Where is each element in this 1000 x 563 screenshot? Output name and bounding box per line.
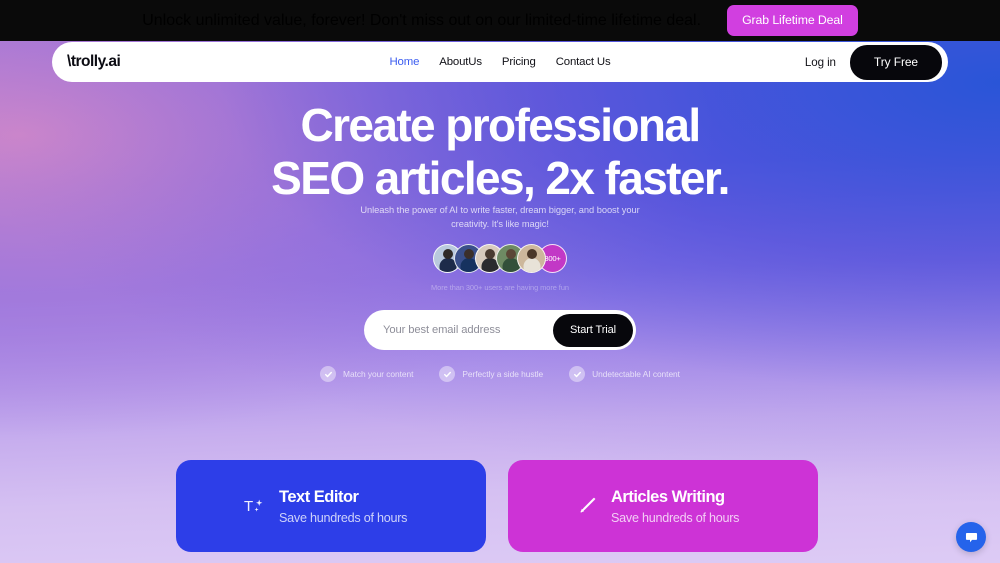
feature-card-text-editor[interactable]: T Text Editor Save hundreds of hours — [176, 460, 486, 552]
feature-card-title: Text Editor — [279, 488, 359, 507]
nav-link-aboutus[interactable]: AboutUs — [439, 56, 482, 68]
log-in-link[interactable]: Log in — [805, 56, 836, 69]
hero-section: Create professional SEO articles, 2x fas… — [0, 41, 1000, 563]
nav-link-home[interactable]: Home — [389, 56, 419, 68]
feature-check-item: Match your content — [320, 366, 413, 382]
brand-logo[interactable]: \ trolly.ai — [67, 53, 121, 71]
feature-check-item: Undetectable AI content — [569, 366, 680, 382]
check-icon — [569, 366, 586, 382]
feature-card-text: Articles Writing Save hundreds of hours — [611, 487, 739, 525]
avatar-group: 300+ — [433, 244, 567, 273]
grab-lifetime-deal-button[interactable]: Grab Lifetime Deal — [727, 5, 858, 36]
feature-card-text: Text Editor Save hundreds of hours — [279, 487, 407, 525]
nav-links: Home AboutUs Pricing Contact Us — [389, 56, 610, 68]
check-icon — [439, 366, 456, 382]
email-input[interactable] — [364, 324, 554, 336]
feature-check-item: Perfectly a side hustle — [439, 366, 543, 382]
feature-check-label: Undetectable AI content — [592, 369, 680, 379]
nav-link-contact-us[interactable]: Contact Us — [556, 56, 611, 68]
announcement-bar: Unlock unlimited value, forever! Don't m… — [0, 0, 1000, 41]
headline-line-2: SEO articles, 2x faster. — [271, 152, 730, 204]
feature-cards: T Text Editor Save hundreds of hours Art… — [176, 460, 818, 552]
feature-card-articles-writing[interactable]: Articles Writing Save hundreds of hours — [508, 460, 818, 552]
feature-check-label: Match your content — [343, 369, 414, 379]
headline-line-1: Create professional — [300, 99, 701, 151]
page-title: Create professional SEO articles, 2x fas… — [0, 102, 1000, 201]
feature-card-subtitle: Save hundreds of hours — [279, 510, 408, 525]
try-free-button[interactable]: Try Free — [849, 44, 942, 80]
chat-bubble-icon — [965, 532, 977, 542]
signup-form: Start Trial — [364, 310, 636, 350]
start-trial-button[interactable]: Start Trial — [553, 313, 633, 347]
text-sparkle-icon: T — [242, 493, 268, 519]
announcement-text: Unlock unlimited value, forever! Don't m… — [142, 11, 702, 29]
pencil-icon — [574, 493, 600, 519]
chat-widget-button[interactable] — [956, 522, 986, 552]
logo-text: trolly.ai — [70, 53, 121, 70]
feature-card-title: Articles Writing — [611, 488, 725, 507]
avatar — [517, 244, 546, 273]
nav-link-pricing[interactable]: Pricing — [502, 56, 536, 68]
check-icon — [320, 366, 337, 382]
feature-card-subtitle: Save hundreds of hours — [611, 510, 740, 525]
nav-actions: Log in Try Free — [805, 44, 942, 80]
hero-subheadline: Unleash the power of AI to write faster,… — [360, 205, 640, 230]
svg-text:T: T — [244, 498, 253, 515]
feature-check-label: Perfectly a side hustle — [462, 369, 544, 379]
social-proof-caption: More than 300+ users are having more fun — [431, 283, 569, 292]
social-proof: 300+ More than 300+ users are having mor… — [0, 244, 1000, 292]
main-navbar: \ trolly.ai Home AboutUs Pricing Contact … — [52, 42, 948, 82]
feature-checklist: Match your content Perfectly a side hust… — [0, 366, 1000, 382]
